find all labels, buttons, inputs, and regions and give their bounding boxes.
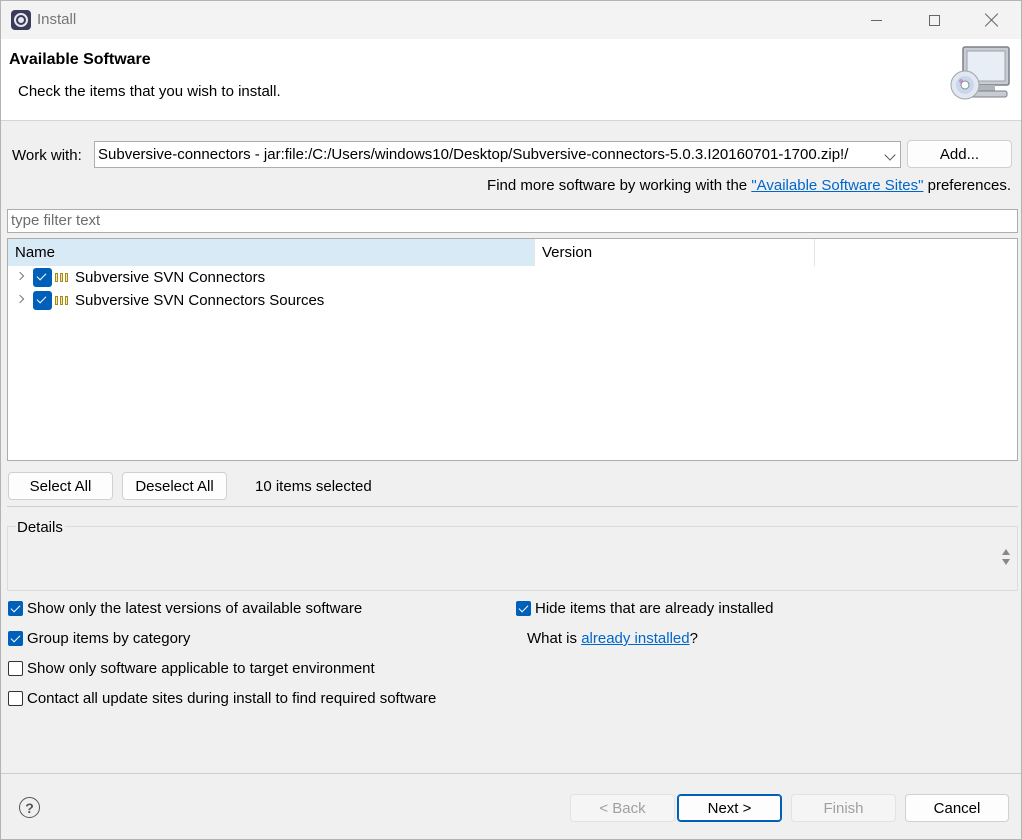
add-button[interactable]: Add... — [907, 140, 1012, 168]
filter-input[interactable]: type filter text — [7, 209, 1018, 233]
row-label: Subversive SVN Connectors — [75, 269, 266, 286]
software-tree[interactable]: Name Version Subversive SVN Connectors S… — [7, 238, 1018, 461]
page-description: Check the items that you wish to install… — [18, 83, 281, 100]
selection-status: 10 items selected — [255, 478, 372, 495]
details-group: Details — [7, 519, 1018, 591]
what-is-suffix: ? — [689, 630, 698, 647]
target-environment-label[interactable]: Show only software applicable to target … — [27, 660, 375, 677]
group-by-category-label[interactable]: Group items by category — [27, 630, 190, 647]
deselect-all-button[interactable]: Deselect All — [122, 472, 227, 500]
version-column-header[interactable]: Version — [535, 239, 815, 266]
find-more-text: Find more software by working with the "… — [487, 177, 1011, 194]
version-column-label: Version — [542, 244, 593, 261]
row-checkbox[interactable] — [33, 291, 52, 310]
hide-installed-checkbox[interactable] — [516, 601, 531, 616]
maximize-icon — [928, 14, 940, 26]
what-is-prefix: What is — [527, 630, 582, 647]
back-button[interactable]: < Back — [570, 794, 675, 822]
install-wizard-icon — [950, 46, 1010, 100]
next-button[interactable]: Next > — [677, 794, 782, 822]
tree-row[interactable]: Subversive SVN Connectors Sources — [8, 289, 1017, 312]
row-label: Subversive SVN Connectors Sources — [75, 292, 325, 309]
eclipse-icon — [11, 10, 31, 30]
minimize-icon — [870, 19, 882, 21]
install-dialog: Install Available Software Check the ite… — [0, 0, 1022, 840]
finish-button[interactable]: Finish — [791, 794, 896, 822]
name-column-header[interactable]: Name — [8, 239, 535, 266]
close-button[interactable] — [963, 1, 1021, 39]
work-with-label: Work with: — [12, 147, 82, 164]
row-checkbox[interactable] — [33, 268, 52, 287]
expand-arrow-icon[interactable] — [15, 271, 25, 281]
minimize-button[interactable] — [847, 1, 905, 39]
wizard-banner: Available Software Check the items that … — [1, 39, 1021, 121]
work-with-value: Subversive-connectors - jar:file:/C:/Use… — [98, 146, 849, 163]
scroll-arrows-icon[interactable] — [1001, 549, 1011, 567]
feature-icon — [55, 273, 70, 282]
page-title: Available Software — [9, 51, 151, 68]
tree-row[interactable]: Subversive SVN Connectors — [8, 266, 1017, 289]
what-is-installed-text: What is already installed? — [527, 630, 698, 647]
select-all-button[interactable]: Select All — [8, 472, 113, 500]
expand-arrow-icon[interactable] — [15, 294, 25, 304]
filter-placeholder: type filter text — [11, 212, 101, 229]
feature-icon — [55, 296, 70, 305]
close-icon — [985, 13, 999, 27]
contact-update-sites-checkbox[interactable] — [8, 691, 23, 706]
already-installed-link[interactable]: already installed — [581, 630, 689, 647]
help-icon[interactable]: ? — [19, 797, 40, 818]
name-column-label: Name — [15, 244, 56, 261]
hide-installed-label[interactable]: Hide items that are already installed — [535, 600, 773, 617]
group-by-category-checkbox[interactable] — [8, 631, 23, 646]
contact-update-sites-label[interactable]: Contact all update sites during install … — [27, 690, 436, 707]
find-more-suffix: preferences. — [923, 177, 1011, 194]
work-with-combo[interactable]: Subversive-connectors - jar:file:/C:/Use… — [94, 141, 901, 168]
latest-versions-label[interactable]: Show only the latest versions of availab… — [27, 600, 362, 617]
latest-versions-checkbox[interactable] — [8, 601, 23, 616]
chevron-down-icon — [884, 149, 896, 161]
window-title: Install — [37, 11, 77, 28]
find-more-prefix: Find more software by working with the — [487, 177, 752, 194]
footer-separator — [1, 773, 1021, 774]
separator — [7, 506, 1018, 507]
target-environment-checkbox[interactable] — [8, 661, 23, 676]
available-software-sites-link[interactable]: "Available Software Sites" — [751, 177, 923, 194]
maximize-button[interactable] — [905, 1, 963, 39]
title-bar: Install — [1, 1, 1021, 39]
details-label: Details — [16, 519, 65, 536]
cancel-button[interactable]: Cancel — [905, 794, 1009, 822]
